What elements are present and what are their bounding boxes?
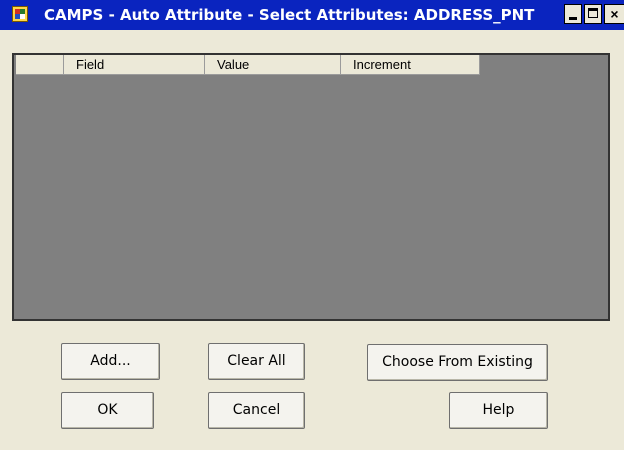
column-header-value[interactable]: Value xyxy=(205,55,341,75)
column-header-increment[interactable]: Increment xyxy=(341,55,480,75)
attributes-list[interactable]: Field Value Increment xyxy=(12,53,610,321)
close-button[interactable]: × xyxy=(604,4,624,24)
maximize-icon xyxy=(588,8,598,18)
minimize-button[interactable] xyxy=(564,4,582,24)
column-header-field[interactable]: Field xyxy=(64,55,205,75)
minimize-icon xyxy=(569,17,577,20)
camps-app-icon[interactable] xyxy=(12,6,28,22)
title-bar[interactable]: CAMPS - Auto Attribute - Select Attribut… xyxy=(0,0,624,30)
clear-all-button[interactable]: Clear All xyxy=(208,343,305,380)
window-title: CAMPS - Auto Attribute - Select Attribut… xyxy=(44,6,535,24)
close-icon: × xyxy=(610,6,619,22)
column-header-select[interactable] xyxy=(16,55,64,75)
help-button[interactable]: Help xyxy=(449,392,548,429)
cancel-button[interactable]: Cancel xyxy=(208,392,305,429)
add-button[interactable]: Add... xyxy=(61,343,160,380)
choose-from-existing-button[interactable]: Choose From Existing xyxy=(367,344,548,381)
maximize-button[interactable] xyxy=(584,4,602,24)
ok-button[interactable]: OK xyxy=(61,392,154,429)
auto-attribute-dialog: CAMPS - Auto Attribute - Select Attribut… xyxy=(0,0,624,450)
list-header: Field Value Increment xyxy=(16,55,480,75)
